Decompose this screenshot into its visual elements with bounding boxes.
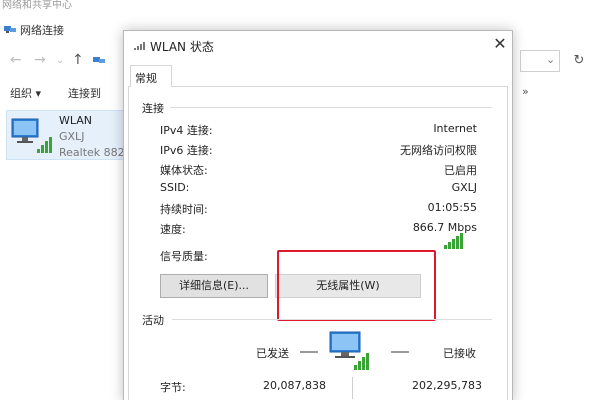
refresh-button[interactable]: ↻ — [566, 50, 592, 72]
wireless-adapter-icon — [11, 118, 52, 153]
activity-section-label: 活动 — [142, 314, 164, 327]
connection-section-label: 连接 — [142, 102, 164, 115]
row-label: 持续时间: — [160, 203, 208, 216]
signal-quality-label: 信号质量: — [160, 250, 208, 263]
back-arrow-icon[interactable]: ← — [10, 52, 22, 68]
adapter-name: WLAN — [59, 114, 93, 127]
network-activity-icon — [329, 331, 369, 370]
wlan-adapter-item[interactable]: WLAN GXLJ Realtek 882 — [6, 110, 128, 160]
background-window-title: 网络和共享中心 — [0, 0, 600, 14]
details-button[interactable]: 详细信息(E)... — [160, 274, 268, 298]
organize-button[interactable]: 组织 ▾ — [10, 85, 41, 101]
activity-divider — [172, 319, 492, 320]
row-value: 866.7 Mbps — [412, 221, 477, 234]
received-activity-dash — [391, 351, 409, 353]
received-label: 已接收 — [443, 347, 476, 360]
connect-to-button[interactable]: 连接到 — [68, 85, 101, 101]
adapter-network: GXLJ — [59, 130, 85, 143]
explorer-title: 网络连接 — [20, 24, 64, 37]
bytes-sent-value: 20,087,838 — [263, 379, 326, 392]
row-value: GXLJ — [451, 181, 477, 194]
forward-arrow-icon[interactable]: → — [34, 52, 46, 68]
row-label: 媒体状态: — [160, 164, 208, 177]
row-value: 01:05:55 — [427, 201, 477, 214]
connection-divider — [170, 107, 492, 108]
network-folder-icon — [4, 26, 16, 33]
sent-activity-dash — [300, 351, 318, 353]
recent-chevron-icon[interactable]: ⌄ — [56, 55, 64, 66]
highlight-annotation-box — [277, 250, 436, 321]
signal-title-icon — [134, 42, 145, 50]
bytes-divider — [352, 377, 353, 399]
adapter-device: Realtek 882 — [59, 146, 125, 159]
row-label: SSID: — [160, 181, 190, 194]
bytes-received-value: 202,295,783 — [412, 379, 482, 392]
chevron-down-icon: ⌄ — [546, 53, 556, 66]
bytes-label: 字节: — [160, 381, 186, 394]
address-network-icon — [93, 57, 105, 63]
sent-label: 已发送 — [256, 347, 289, 360]
up-arrow-icon[interactable]: ↑ — [72, 52, 84, 68]
close-icon[interactable]: ✕ — [490, 33, 510, 55]
row-value: 已启用 — [444, 164, 477, 177]
tab-general[interactable]: 常规 — [130, 65, 172, 87]
row-value: Internet — [433, 122, 477, 135]
address-dropdown[interactable]: ⌄ — [520, 50, 560, 72]
dialog-titlebar: WLAN 状态 ✕ — [124, 31, 512, 59]
signal-strength-icon — [444, 233, 463, 249]
row-value: 无网络访问权限 — [400, 144, 477, 157]
row-label: IPv4 连接: — [160, 124, 213, 137]
dialog-title: WLAN 状态 — [150, 40, 214, 54]
row-label: 速度: — [160, 223, 186, 236]
row-label: IPv6 连接: — [160, 144, 213, 157]
more-commands-icon[interactable]: » — [522, 85, 529, 98]
